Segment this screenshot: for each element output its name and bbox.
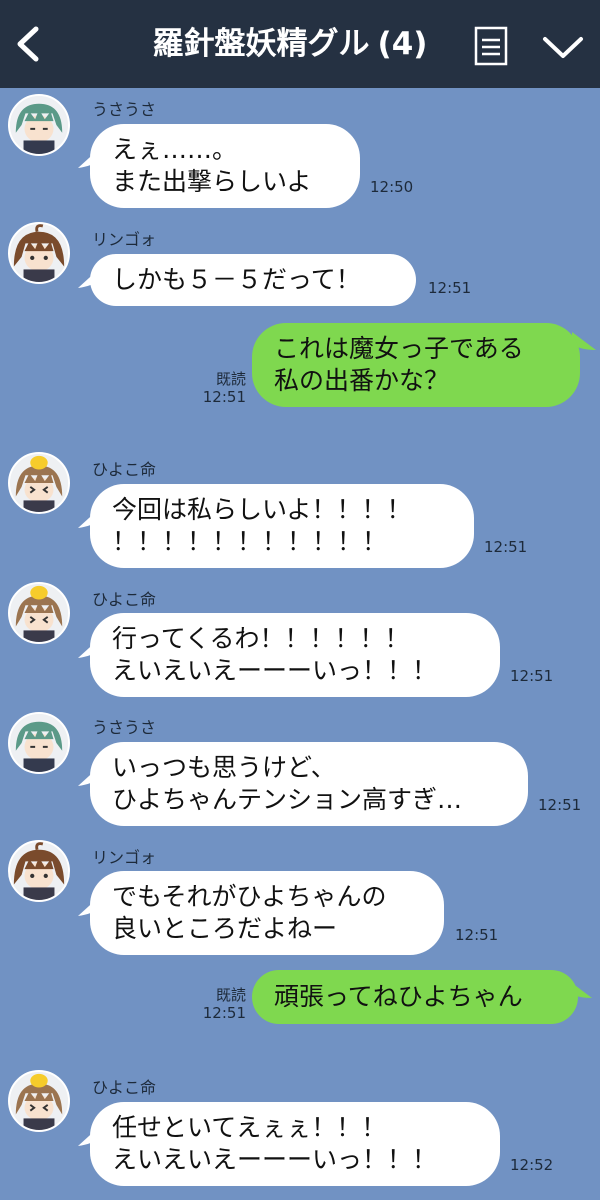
message-time: 12:51 — [510, 667, 554, 685]
avatar-brown-hair-icon — [10, 842, 68, 900]
chevron-down-icon[interactable] — [542, 34, 584, 62]
message-line: しかも５－５だって！ — [112, 265, 361, 294]
avatar-chick-hat-icon — [10, 454, 68, 512]
read-label: 既読 — [215, 986, 246, 1004]
message-time: 12:51 — [484, 538, 528, 556]
message-bubble[interactable]: 任せといてえぇぇ！！！ えいえいえーーーいっ！！！ — [90, 1102, 500, 1186]
avatar-green-hair-icon — [10, 714, 68, 772]
avatar[interactable] — [8, 582, 70, 644]
notes-icon[interactable] — [474, 26, 508, 66]
message-line: 良いところだよねー — [112, 914, 338, 943]
message-line: えいえいえーーーいっ！！！ — [112, 1145, 438, 1174]
back-arrow-icon[interactable] — [14, 26, 44, 62]
avatar-green-hair-icon — [10, 96, 68, 154]
avatar[interactable] — [8, 712, 70, 774]
avatar[interactable] — [8, 1070, 70, 1132]
message-line: でもそれがひよちゃんの — [112, 882, 387, 911]
read-receipt: 既読 12:51 — [202, 986, 246, 1022]
message-time: 12:50 — [370, 178, 414, 196]
chat-header: 羅針盤妖精グル (4) — [0, 0, 600, 88]
message-line: 行ってくるわ！！！！！！ — [112, 624, 410, 653]
member-count: (4) — [377, 26, 428, 62]
message-bubble[interactable]: しかも５－５だって！ — [90, 254, 416, 306]
sender-name: リンゴォ — [92, 848, 157, 867]
message-line: 今回は私らしいよ！！！！ — [112, 495, 412, 524]
message-line: 頑張ってねひよちゃん — [274, 982, 523, 1011]
sender-name: うさうさ — [92, 100, 157, 119]
message-line: また出撃らしいよ — [112, 167, 312, 196]
sender-name: ひよこ命 — [92, 460, 157, 479]
message-line: えぇ……。 — [112, 135, 238, 164]
message-line: えいえいえーーーいっ！！！ — [112, 656, 438, 685]
message-time: 12:51 — [455, 926, 499, 944]
read-receipt: 既読 12:51 — [202, 370, 246, 406]
chat-title: 羅針盤妖精グル (4) — [120, 22, 460, 66]
message-line: いっつも思うけど、 — [112, 753, 336, 782]
avatar-chick-hat-icon — [10, 584, 68, 642]
message-line: 任せといてえぇぇ！！！ — [112, 1113, 387, 1142]
message-bubble[interactable]: いっつも思うけど、 ひよちゃんテンション高すぎ… — [90, 742, 528, 826]
message-bubble[interactable]: 今回は私らしいよ！！！！ ！！！！！！！！！！！ — [90, 484, 474, 568]
sender-name: ひよこ命 — [92, 1078, 157, 1097]
sender-name: うさうさ — [92, 718, 157, 737]
read-label: 既読 — [215, 370, 246, 388]
message-line: ！！！！！！！！！！！ — [112, 527, 388, 556]
message-time: 12:51 — [202, 388, 246, 406]
message-line: ひよちゃんテンション高すぎ… — [112, 785, 463, 814]
avatar[interactable] — [8, 94, 70, 156]
avatar-brown-hair-icon — [10, 224, 68, 282]
message-bubble[interactable]: えぇ……。 また出撃らしいよ — [90, 124, 360, 208]
group-name: 羅針盤妖精グル — [152, 26, 370, 62]
message-time: 12:51 — [202, 1004, 246, 1022]
avatar[interactable] — [8, 452, 70, 514]
message-time: 12:51 — [538, 796, 582, 814]
message-time: 12:52 — [510, 1156, 554, 1174]
sender-name: ひよこ命 — [92, 590, 157, 609]
sender-name: リンゴォ — [92, 230, 157, 249]
avatar-chick-hat-icon — [10, 1072, 68, 1130]
avatar[interactable] — [8, 840, 70, 902]
avatar[interactable] — [8, 222, 70, 284]
message-time: 12:51 — [428, 279, 472, 297]
message-bubble[interactable]: 行ってくるわ！！！！！！ えいえいえーーーいっ！！！ — [90, 613, 500, 697]
message-bubble[interactable]: でもそれがひよちゃんの 良いところだよねー — [90, 871, 444, 955]
message-bubble[interactable]: 頑張ってねひよちゃん — [252, 970, 578, 1024]
message-line: これは魔女っ子である — [274, 334, 524, 363]
message-line: 私の出番かな？ — [274, 366, 450, 395]
message-bubble[interactable]: これは魔女っ子である 私の出番かな？ — [252, 323, 580, 407]
